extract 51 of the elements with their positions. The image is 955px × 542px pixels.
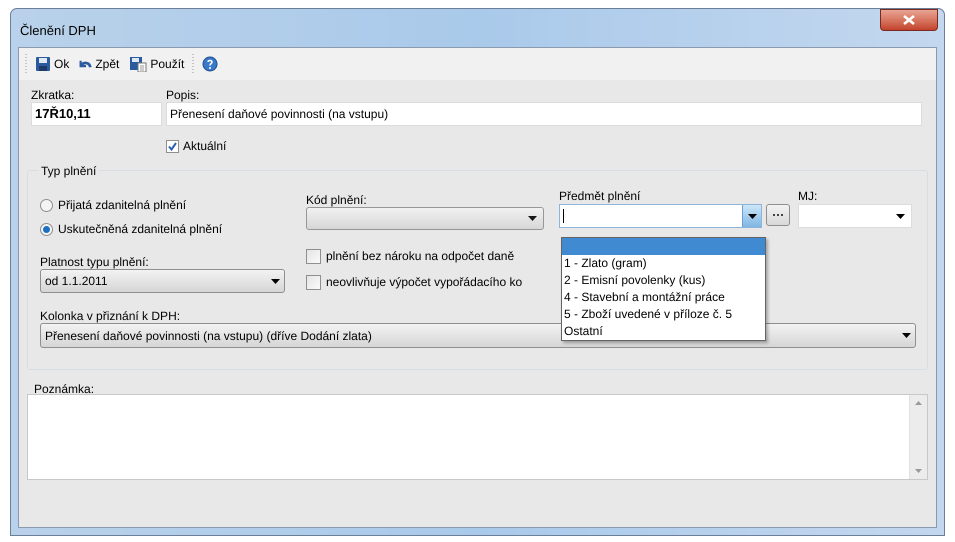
list-option[interactable]: Ostatní bbox=[562, 323, 765, 340]
checkbox-label: neovlivňuje výpočet vypořádacího ko bbox=[326, 274, 522, 291]
checkbox[interactable] bbox=[306, 274, 321, 290]
checkbox-label: Aktuální bbox=[183, 138, 226, 155]
list-option[interactable]: 5 - Zboží uvedené v příloze č. 5 bbox=[562, 306, 765, 323]
toolbar-grip-icon bbox=[192, 54, 194, 74]
field-label: Popis: bbox=[166, 87, 200, 102]
checkbox-label: plnění bez nároku na odpočet daně bbox=[326, 248, 514, 265]
field-label: Poznámka: bbox=[34, 381, 96, 394]
help-icon bbox=[202, 56, 218, 72]
radio-button[interactable] bbox=[40, 198, 53, 212]
dropdown-arrow-icon bbox=[896, 214, 905, 218]
radio-button[interactable] bbox=[40, 222, 53, 236]
dropdown-value: Přenesení daňové povinnosti (na vstupu) (dříve Dodání zlata) bbox=[45, 328, 372, 344]
dropdown-arrow-icon bbox=[528, 216, 537, 221]
toolbar-button[interactable]: Použít bbox=[127, 53, 186, 75]
field-label: Předmět plnění bbox=[559, 188, 642, 204]
input-field[interactable]: 17Ř10,11 bbox=[31, 102, 162, 126]
browse-button[interactable] bbox=[766, 204, 790, 226]
dropdown-arrow-icon bbox=[271, 278, 280, 284]
list-option[interactable]: 2 - Emisní povolenky (kus) bbox=[562, 272, 765, 289]
field-label: Platnost typu plnění: bbox=[40, 254, 150, 269]
scrollbar[interactable] bbox=[909, 395, 927, 479]
field-label: Kolonka v přiznání k DPH: bbox=[40, 308, 180, 323]
toolbar-button[interactable]: Zpět bbox=[77, 53, 122, 75]
list-option[interactable]: 1 - Zlato (gram) bbox=[562, 255, 765, 272]
toolbar-button[interactable]: Ok bbox=[33, 53, 72, 75]
scroll-up-icon bbox=[915, 401, 922, 405]
dropdown-button[interactable] bbox=[742, 205, 761, 227]
list-option[interactable]: 4 - Stavební a montážní práce bbox=[562, 289, 765, 306]
dropdown-arrow-icon bbox=[902, 333, 911, 338]
field-label: Kód plnění: bbox=[306, 192, 368, 207]
text-cursor-icon bbox=[563, 209, 565, 223]
window-title: Členění DPH bbox=[20, 22, 96, 40]
field-label: MJ: bbox=[798, 188, 818, 204]
checkbox[interactable] bbox=[166, 140, 179, 152]
dropdown-value: od 1.1.2011 bbox=[45, 273, 108, 290]
input-field[interactable]: Přenesení daňové povinnosti (na vstupu) bbox=[166, 102, 922, 126]
checkmark-icon bbox=[168, 142, 177, 150]
radio-label: Uskutečněná zdanitelná plnění bbox=[58, 221, 222, 238]
dropdown-arrow-icon bbox=[748, 214, 756, 218]
text-area[interactable] bbox=[27, 394, 928, 480]
dropdown[interactable]: od 1.1.2011 bbox=[40, 269, 285, 293]
checkbox[interactable] bbox=[306, 248, 321, 264]
scroll-down-icon bbox=[915, 469, 922, 473]
close-button[interactable] bbox=[880, 9, 938, 31]
field-label: Zkratka: bbox=[31, 87, 76, 102]
disk-with-document-icon bbox=[129, 56, 148, 72]
undo-arrow-icon bbox=[79, 60, 92, 68]
radio-label: Přijatá zdanitelná plnění bbox=[58, 197, 186, 214]
close-icon bbox=[903, 15, 915, 25]
